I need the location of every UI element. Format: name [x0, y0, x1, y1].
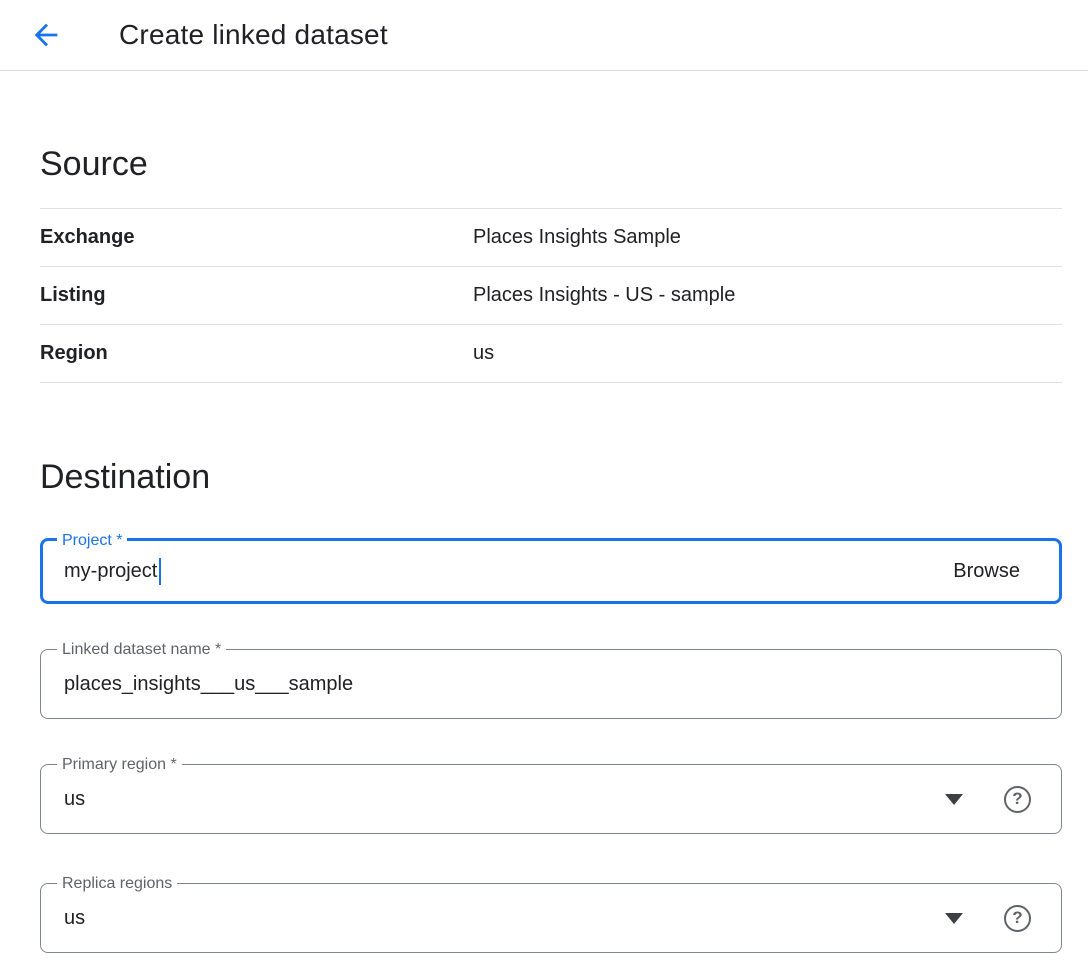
- project-field[interactable]: Project * my-project Browse: [40, 538, 1062, 604]
- page-title: Create linked dataset: [119, 19, 388, 51]
- destination-section-heading: Destination: [40, 456, 1062, 499]
- content: Source Exchange Places Insights Sample L…: [0, 143, 1088, 953]
- linked-dataset-name-field[interactable]: Linked dataset name * places_insights___…: [40, 649, 1062, 719]
- primary-region-selected-value: us: [64, 788, 85, 811]
- replica-regions-label: Replica regions: [57, 872, 177, 896]
- arrow-left-icon: [29, 18, 63, 52]
- region-label: Region: [40, 342, 473, 365]
- exchange-value: Places Insights Sample: [473, 226, 681, 249]
- source-section-heading: Source: [40, 143, 1062, 186]
- back-button[interactable]: [29, 18, 63, 52]
- project-field-label: Project *: [57, 529, 127, 553]
- question-circle-icon[interactable]: ?: [1004, 786, 1031, 813]
- question-circle-icon[interactable]: ?: [1004, 905, 1031, 932]
- create-linked-dataset-page: Create linked dataset Source Exchange Pl…: [0, 0, 1088, 976]
- caret-down-icon[interactable]: [945, 794, 963, 805]
- caret-down-icon[interactable]: [945, 913, 963, 924]
- text-cursor: [159, 558, 161, 585]
- listing-label: Listing: [40, 284, 473, 307]
- project-input[interactable]: my-project: [64, 560, 157, 583]
- table-row-exchange: Exchange Places Insights Sample: [40, 209, 1062, 267]
- source-properties-table: Exchange Places Insights Sample Listing …: [40, 208, 1062, 383]
- listing-value: Places Insights - US - sample: [473, 284, 735, 307]
- exchange-label: Exchange: [40, 226, 473, 249]
- primary-region-label: Primary region *: [57, 753, 182, 777]
- replica-regions-field[interactable]: Replica regions us ?: [40, 883, 1062, 953]
- primary-region-field[interactable]: Primary region * us ?: [40, 764, 1062, 834]
- replica-regions-selected-value: us: [64, 907, 85, 930]
- browse-button[interactable]: Browse: [953, 560, 1020, 583]
- region-value: us: [473, 342, 494, 365]
- linked-dataset-name-label: Linked dataset name *: [57, 638, 226, 662]
- table-row-region: Region us: [40, 325, 1062, 383]
- header: Create linked dataset: [0, 0, 1088, 71]
- table-row-listing: Listing Places Insights - US - sample: [40, 267, 1062, 325]
- linked-dataset-name-input[interactable]: places_insights___us___sample: [64, 673, 353, 696]
